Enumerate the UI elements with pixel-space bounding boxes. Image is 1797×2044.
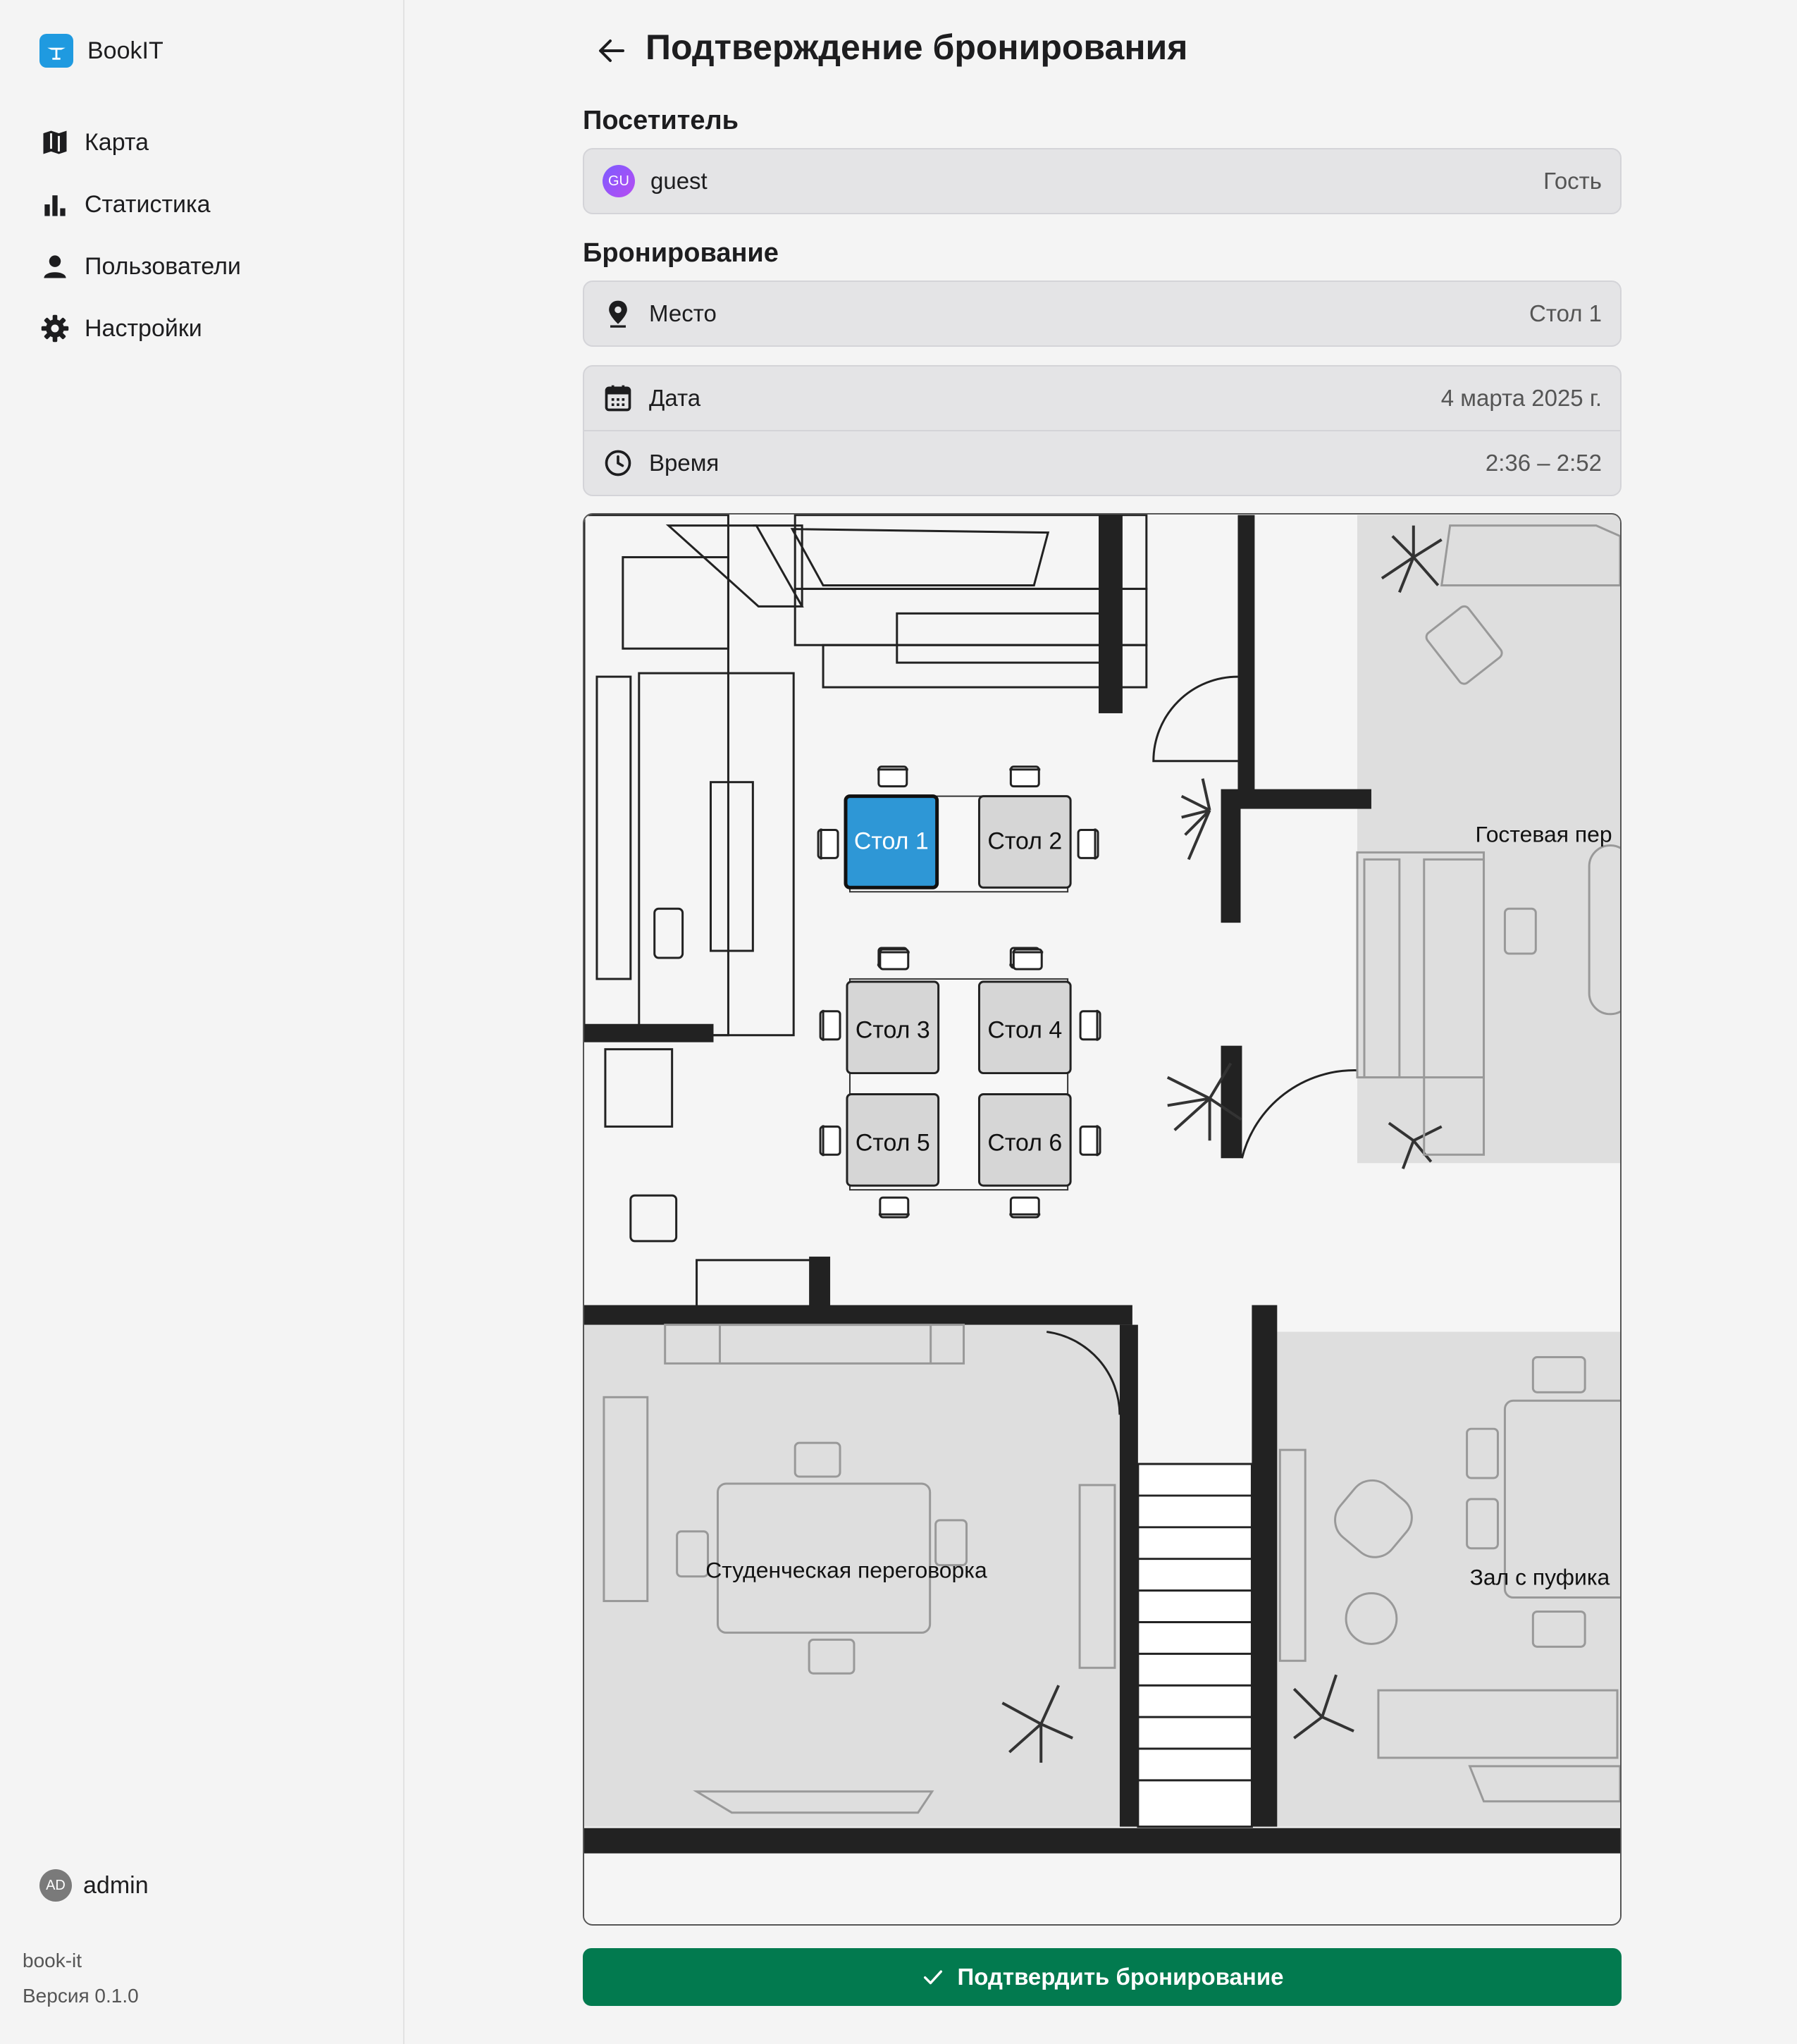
desk-2[interactable]: Стол 2 bbox=[977, 795, 1072, 889]
datetime-card: Дата 4 марта 2025 г. Время 2:36 – 2:52 bbox=[583, 365, 1622, 496]
app-version: Версия 0.1.0 bbox=[23, 1985, 139, 2007]
current-user[interactable]: AD admin bbox=[39, 1869, 149, 1902]
place-value: Стол 1 bbox=[1529, 300, 1602, 326]
desk-4[interactable]: Стол 4 bbox=[977, 980, 1072, 1075]
visitor-role: Гость bbox=[1543, 168, 1602, 194]
sidebar-item-label: Статистика bbox=[85, 190, 211, 218]
sidebar-item-statistics[interactable]: Статистика bbox=[39, 173, 241, 235]
sidebar-item-label: Пользователи bbox=[85, 252, 241, 280]
floor-plan-map[interactable]: Стол 1 Стол 2 Стол 3 Стол 4 Стол 5 Стол … bbox=[583, 513, 1622, 1926]
bar-chart-icon bbox=[44, 195, 66, 216]
time-value: 2:36 – 2:52 bbox=[1485, 450, 1602, 476]
visitor-row: GU guest Гость bbox=[584, 149, 1620, 213]
room-label-poufs: Зал с пуфика bbox=[1470, 1565, 1610, 1590]
desk-1[interactable]: Стол 1 bbox=[844, 794, 939, 889]
page-title: Подтверждение бронирования bbox=[646, 27, 1188, 67]
map-icon bbox=[43, 130, 67, 154]
calendar-icon bbox=[605, 385, 631, 412]
back-arrow-icon[interactable] bbox=[595, 34, 629, 68]
sidebar-item-map[interactable]: Карта bbox=[39, 111, 241, 173]
sidebar-item-users[interactable]: Пользователи bbox=[39, 235, 241, 297]
check-icon bbox=[923, 1970, 942, 1985]
app-logo-icon bbox=[39, 34, 73, 68]
room-label-guest: Гостевая пер bbox=[1476, 821, 1612, 846]
sidebar-item-label: Настройки bbox=[85, 314, 202, 342]
visitor-section-label: Посетитель bbox=[583, 106, 739, 135]
desk-label: Стол 1 bbox=[854, 827, 929, 854]
app-name: BookIT bbox=[87, 37, 163, 64]
time-label: Время bbox=[649, 450, 720, 476]
avatar: AD bbox=[39, 1869, 72, 1902]
time-row: Время 2:36 – 2:52 bbox=[584, 430, 1620, 495]
place-card: Место Стол 1 bbox=[583, 281, 1622, 347]
sidebar: BookIT Карта Статистика Пользователи Нас… bbox=[0, 0, 405, 2044]
desk-6[interactable]: Стол 6 bbox=[977, 1092, 1072, 1187]
avatar: GU bbox=[603, 165, 635, 197]
desk-label: Стол 5 bbox=[856, 1129, 930, 1156]
sidebar-item-label: Карта bbox=[85, 128, 149, 156]
gear-icon bbox=[41, 314, 69, 343]
desk-label: Стол 3 bbox=[856, 1017, 930, 1044]
user-name: admin bbox=[83, 1871, 149, 1899]
user-icon bbox=[44, 255, 66, 278]
place-row: Место Стол 1 bbox=[584, 282, 1620, 345]
desk-label: Стол 6 bbox=[987, 1129, 1062, 1156]
desk-3[interactable]: Стол 3 bbox=[846, 980, 940, 1075]
sidebar-nav: Карта Статистика Пользователи Настройки bbox=[39, 111, 241, 359]
desk-label: Стол 4 bbox=[987, 1017, 1062, 1044]
app-id: book-it bbox=[23, 1950, 82, 1971]
confirm-booking-label: Подтвердить бронирование bbox=[957, 1964, 1284, 1990]
desk-label: Стол 2 bbox=[987, 827, 1062, 854]
sidebar-item-settings[interactable]: Настройки bbox=[39, 297, 241, 359]
visitor-card: GU guest Гость bbox=[583, 148, 1622, 214]
location-pin-icon bbox=[609, 300, 627, 328]
visitor-name: guest bbox=[650, 168, 708, 194]
room-label-student: Студенческая переговорка bbox=[705, 1558, 987, 1583]
clock-icon bbox=[605, 450, 631, 476]
date-row: Дата 4 марта 2025 г. bbox=[584, 367, 1620, 430]
place-label: Место bbox=[649, 300, 717, 326]
booking-section-label: Бронирование bbox=[583, 238, 779, 268]
date-label: Дата bbox=[649, 385, 701, 411]
confirm-booking-button[interactable]: Подтвердить бронирование bbox=[583, 1948, 1622, 2006]
desk-5[interactable]: Стол 5 bbox=[846, 1092, 940, 1187]
date-value: 4 марта 2025 г. bbox=[1440, 385, 1602, 411]
brand[interactable]: BookIT bbox=[39, 34, 163, 68]
staircase bbox=[1137, 1463, 1253, 1828]
